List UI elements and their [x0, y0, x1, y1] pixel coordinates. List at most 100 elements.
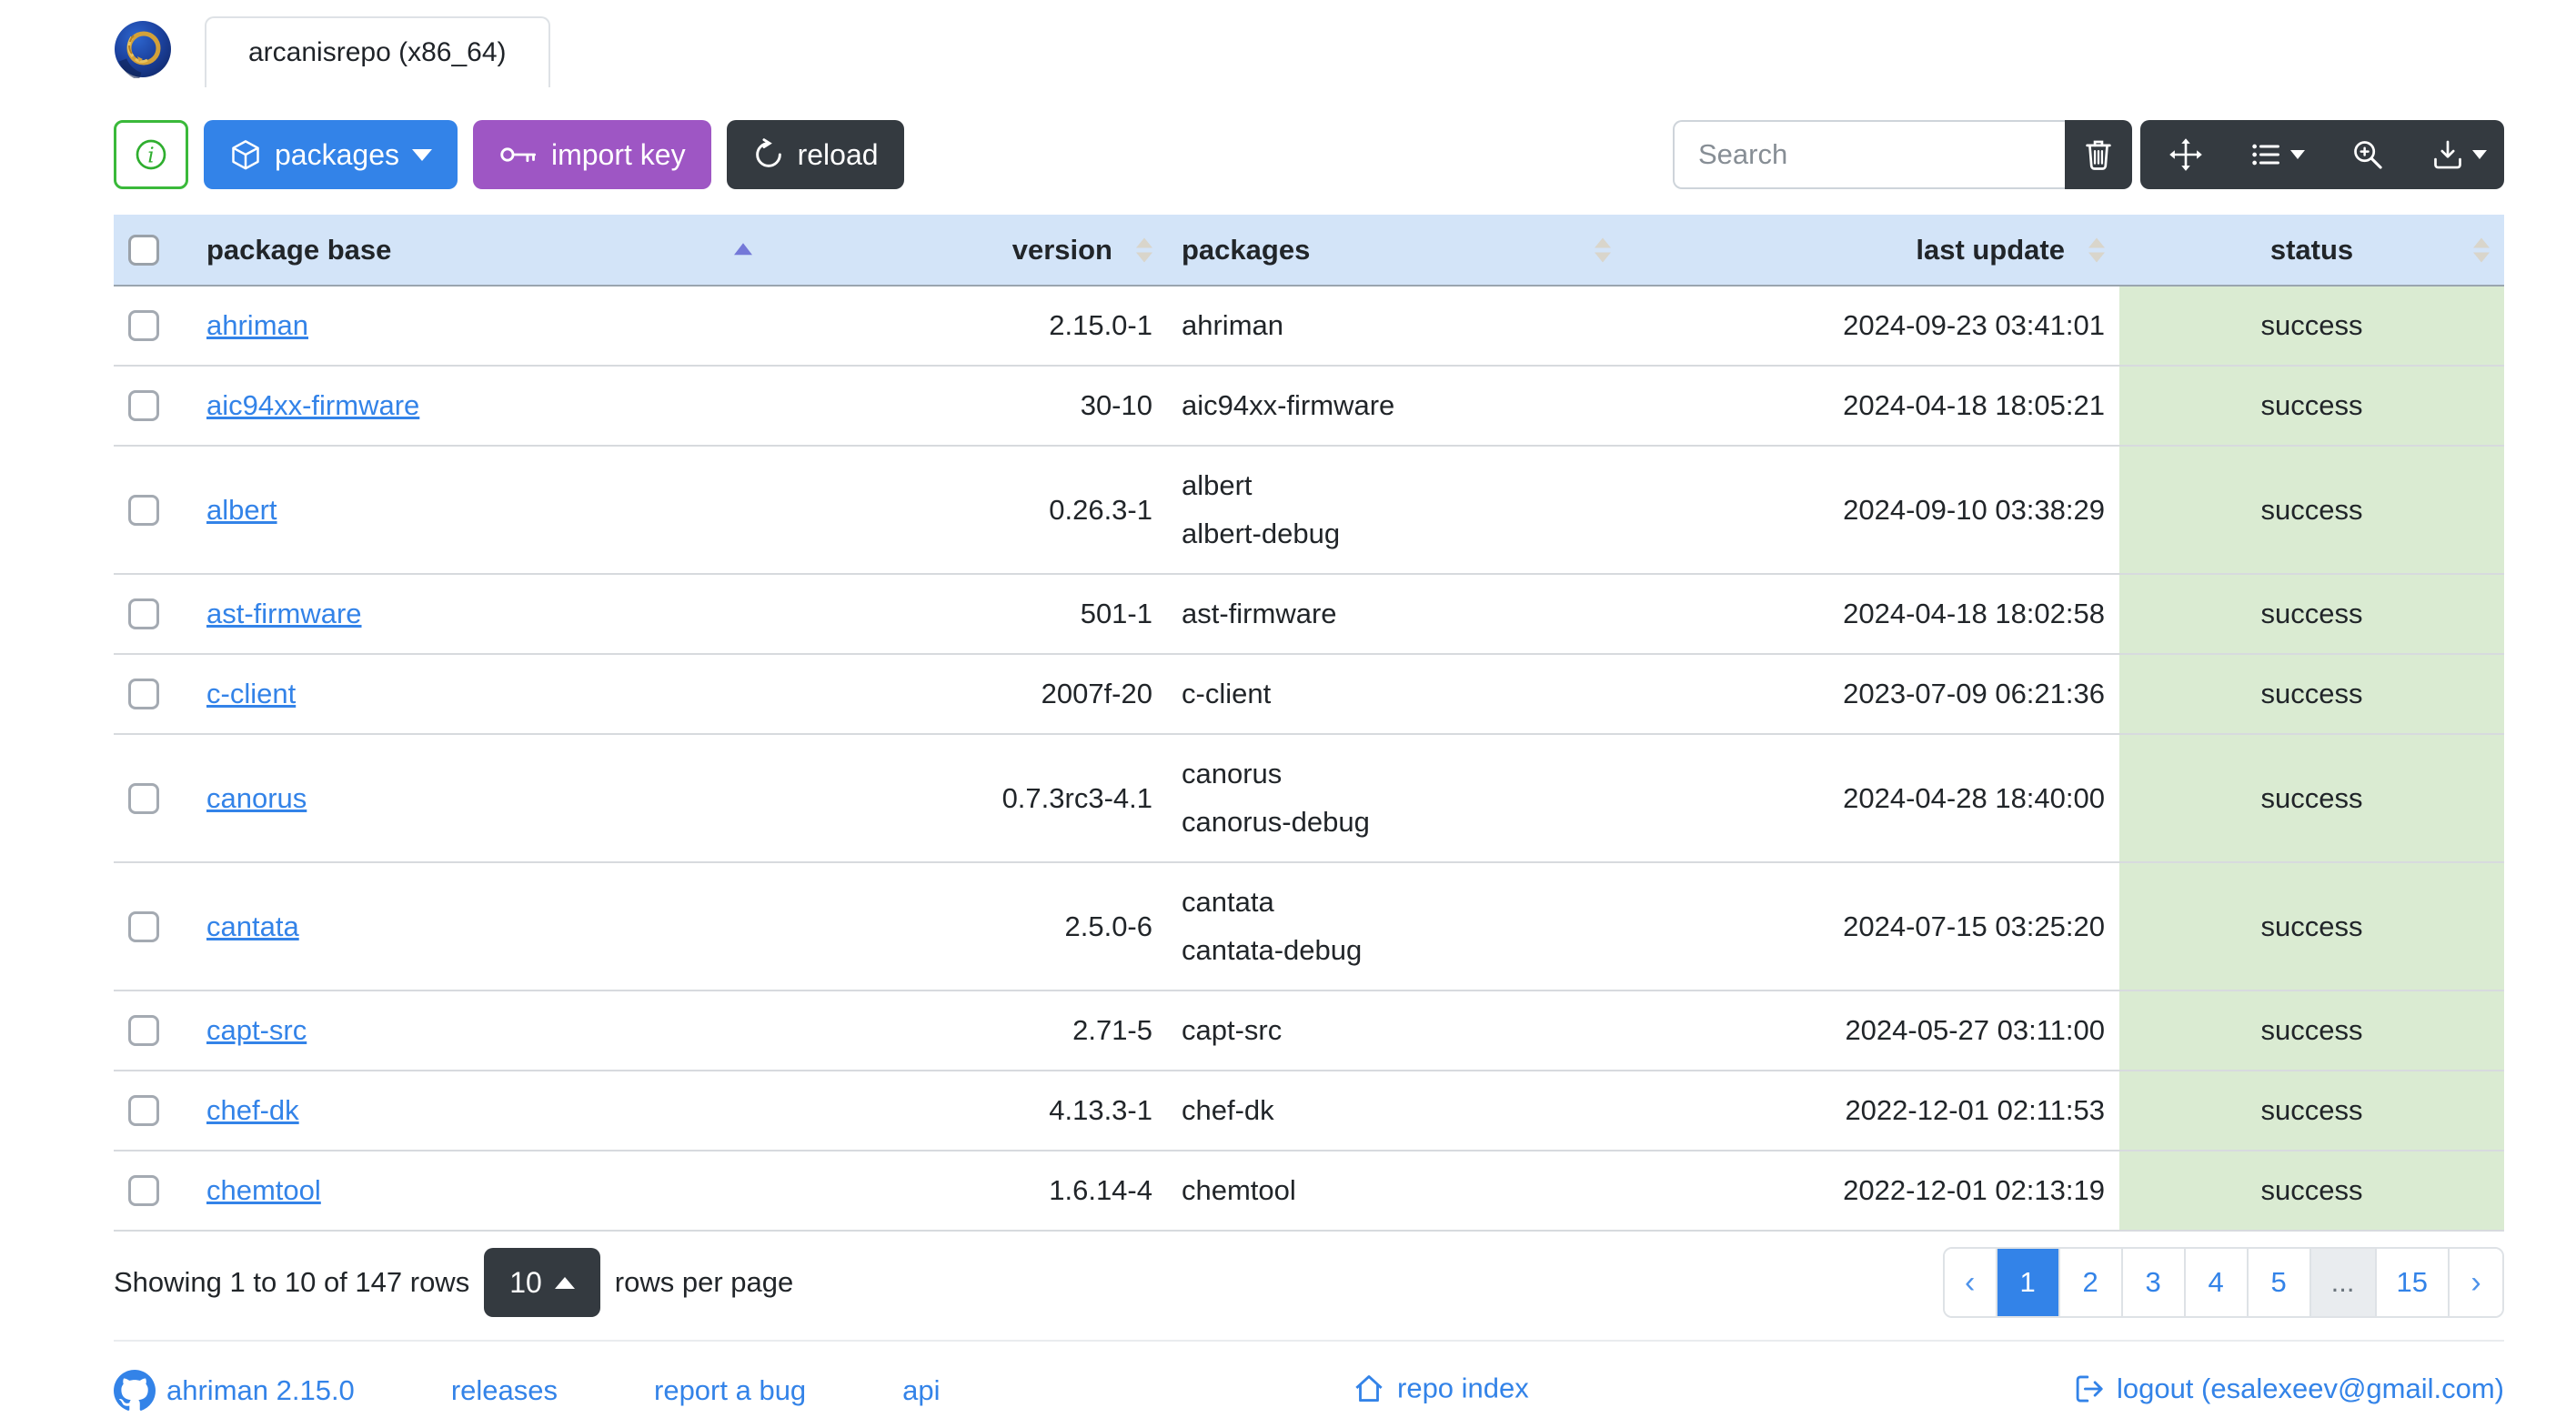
chevron-down-icon [2289, 150, 2305, 159]
status-cell: success [2119, 990, 2504, 1071]
row-select-cell [114, 445, 192, 574]
columns-dropdown-button[interactable] [2231, 120, 2322, 189]
package-base-link[interactable]: canorus [206, 782, 307, 814]
package-name: albert-debug [1182, 518, 1341, 549]
import-key-button[interactable]: import key [472, 120, 711, 189]
column-header-version[interactable]: version [767, 215, 1167, 287]
package-name: cantata [1182, 886, 1274, 918]
last-update-cell: 2022-12-01 02:11:53 [1625, 1070, 2119, 1151]
page-size-dropup-button[interactable]: 10 [484, 1248, 600, 1317]
column-header-label: package base [206, 233, 392, 266]
table-row: cantata 2.5.0-6 cantata cantata-debug 2024-0… [114, 861, 2504, 991]
info-button[interactable]: i [114, 120, 188, 189]
package-base-cell: aic94xx-firmware [192, 365, 767, 446]
package-name: c-client [1182, 678, 1272, 709]
sort-asc-icon [734, 242, 752, 255]
status-cell: success [2119, 1150, 2504, 1232]
table-row: aic94xx-firmware 30-10 aic94xx-firmware 202… [114, 365, 2504, 446]
table-row: canorus 0.7.3rc3-4.1 canorus canorus-debug 2… [114, 733, 2504, 862]
packages-cell: capt-src [1167, 990, 1625, 1071]
version-link[interactable]: ahriman 2.15.0 [114, 1370, 355, 1412]
version-cell: 1.6.14-4 [767, 1150, 1167, 1232]
row-checkbox[interactable] [128, 1095, 159, 1126]
status-cell: success [2119, 1070, 2504, 1151]
sort-icon [2473, 237, 2490, 262]
row-checkbox[interactable] [128, 598, 159, 629]
advanced-search-button[interactable] [2322, 120, 2413, 189]
row-checkbox[interactable] [128, 1015, 159, 1046]
column-header-packages[interactable]: packages [1167, 215, 1625, 287]
pagination-page-active[interactable]: 1 [1997, 1249, 2060, 1316]
packages-cell: canorus canorus-debug [1167, 733, 1625, 862]
package-base-link[interactable]: chef-dk [206, 1094, 299, 1126]
row-select-cell [114, 990, 192, 1071]
import-key-button-label: import key [550, 137, 686, 171]
row-checkbox[interactable] [128, 910, 159, 942]
box-icon [229, 138, 262, 171]
pagination-next[interactable]: › [2450, 1249, 2502, 1316]
status-cell: success [2119, 573, 2504, 654]
column-header-package-base[interactable]: package base [192, 215, 767, 287]
export-dropdown-button[interactable] [2413, 120, 2504, 189]
box-arrow-right-icon [2071, 1372, 2106, 1406]
info-circle-icon: i [133, 136, 169, 173]
pagination-prev[interactable]: ‹ [1944, 1249, 1997, 1316]
packages-table: package base version packages last updat… [114, 215, 2504, 1232]
packages-dropdown-button[interactable]: packages [204, 120, 458, 189]
repo-index-link[interactable]: repo index [1352, 1372, 1529, 1406]
clear-search-button[interactable] [2065, 120, 2132, 189]
select-all-checkbox[interactable] [128, 234, 159, 266]
pagination-page[interactable]: 5 [2248, 1249, 2311, 1316]
package-base-cell: ahriman [192, 285, 767, 366]
column-header-last-update[interactable]: last update [1625, 215, 2119, 287]
status-cell: success [2119, 653, 2504, 734]
logout-link[interactable]: logout (esalexeev@gmail.com) [2071, 1372, 2504, 1406]
pagination-page[interactable]: 15 [2376, 1249, 2450, 1316]
row-select-cell [114, 861, 192, 991]
row-checkbox[interactable] [128, 494, 159, 526]
package-base-link[interactable]: albert [206, 494, 277, 526]
package-base-link[interactable]: capt-src [206, 1014, 307, 1046]
pagination-ellipsis[interactable]: ... [2310, 1249, 2377, 1316]
releases-link[interactable]: releases [451, 1374, 558, 1407]
last-update-cell: 2022-12-01 02:13:19 [1625, 1150, 2119, 1232]
rows-per-page-label: rows per page [614, 1266, 794, 1298]
version-cell: 2.15.0-1 [767, 285, 1167, 366]
tab-repository[interactable]: arcanisrepo (x86_64) [205, 16, 550, 87]
row-checkbox[interactable] [128, 1175, 159, 1206]
pagination-page[interactable]: 3 [2122, 1249, 2186, 1316]
package-base-link[interactable]: chemtool [206, 1174, 321, 1206]
version-link-label: ahriman 2.15.0 [166, 1374, 355, 1406]
page: arcanisrepo (x86_64) i packages import k… [114, 0, 2504, 1418]
report-bug-link[interactable]: report a bug [654, 1374, 806, 1407]
column-header-status[interactable]: status [2119, 215, 2504, 287]
package-name: aic94xx-firmware [1182, 389, 1395, 421]
package-base-cell: albert [192, 445, 767, 574]
package-name: chef-dk [1182, 1094, 1274, 1126]
package-base-link[interactable]: cantata [206, 910, 299, 942]
row-checkbox[interactable] [128, 390, 159, 421]
row-checkbox[interactable] [128, 679, 159, 709]
row-checkbox[interactable] [128, 782, 159, 814]
api-link[interactable]: api [902, 1374, 940, 1407]
reload-button-label: reload [797, 137, 879, 171]
pagination-page[interactable]: 4 [2185, 1249, 2249, 1316]
toolbar: i packages import key reload Search [114, 120, 2504, 189]
package-base-cell: chemtool [192, 1150, 767, 1232]
pagination-page[interactable]: 2 [2059, 1249, 2123, 1316]
chevron-down-icon [411, 148, 432, 161]
status-cell: success [2119, 861, 2504, 991]
last-update-cell: 2024-04-28 18:40:00 [1625, 733, 2119, 862]
package-base-link[interactable]: aic94xx-firmware [206, 389, 419, 421]
row-checkbox[interactable] [128, 310, 159, 341]
version-cell: 2007f-20 [767, 653, 1167, 734]
reload-button[interactable]: reload [726, 120, 904, 189]
package-base-link[interactable]: c-client [206, 678, 296, 709]
version-cell: 2.71-5 [767, 990, 1167, 1071]
package-base-link[interactable]: ahriman [206, 309, 308, 341]
search-input[interactable] [1673, 120, 2065, 189]
fullscreen-button[interactable] [2140, 120, 2231, 189]
table-row: c-client 2007f-20 c-client 2023-07-09 06:21… [114, 653, 2504, 734]
package-base-link[interactable]: ast-firmware [206, 598, 362, 629]
report-bug-link-label: report a bug [654, 1374, 807, 1406]
